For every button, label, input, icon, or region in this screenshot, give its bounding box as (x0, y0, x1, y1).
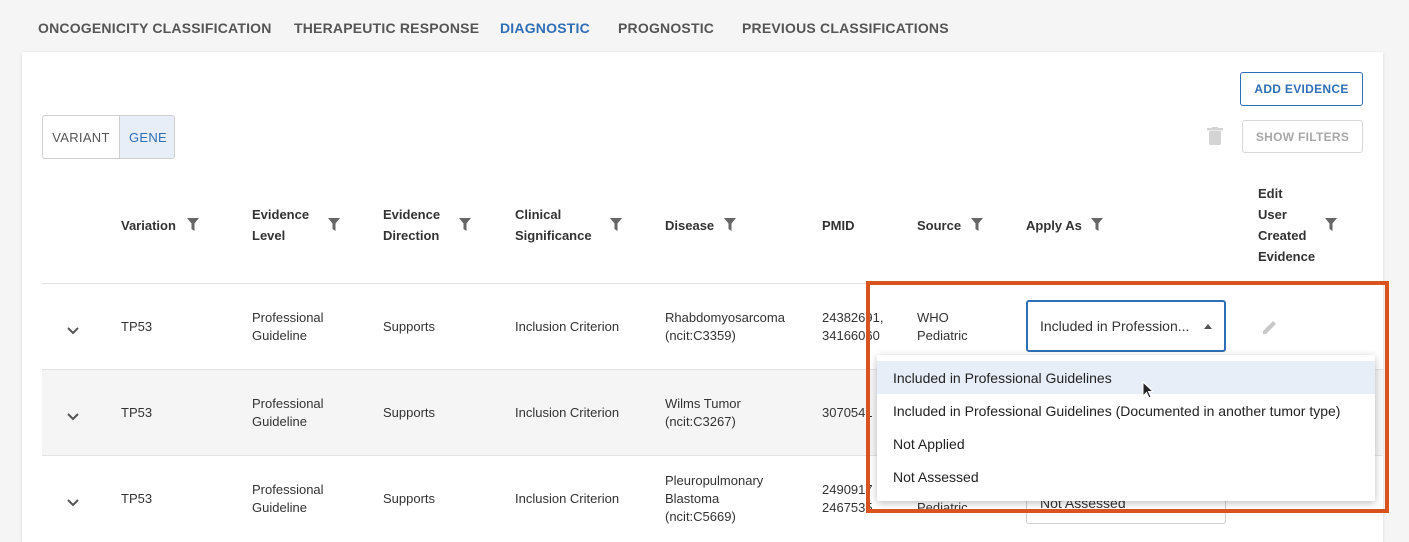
cell-evidence-level: ProfessionalGuideline (252, 395, 324, 431)
delete-icon[interactable] (1207, 127, 1223, 150)
chevron-down-icon[interactable] (67, 494, 79, 512)
tab-oncogenicity-classification[interactable]: ONCOGENICITY CLASSIFICATION (38, 20, 272, 36)
menu-item-not-applied[interactable]: Not Applied (877, 427, 1375, 460)
pencil-icon[interactable] (1262, 319, 1278, 340)
header-apply-as: Apply As (1026, 215, 1082, 236)
tab-diagnostic[interactable]: DIAGNOSTIC (500, 20, 590, 36)
cell-evidence-direction: Supports (383, 404, 435, 422)
filter-icon[interactable] (724, 218, 736, 236)
toggle-gene[interactable]: GENE (120, 116, 175, 158)
tab-therapeutic-response[interactable]: THERAPEUTIC RESPONSE (294, 20, 479, 36)
tab-prognostic[interactable]: PROGNOSTIC (618, 20, 714, 36)
cell-disease: Rhabdomyosarcoma(ncit:C3359) (665, 309, 785, 345)
apply-as-dropdown-menu: Included in Professional Guidelines Incl… (877, 355, 1375, 501)
cell-evidence-direction: Supports (383, 318, 435, 336)
cell-clinical-significance: Inclusion Criterion (515, 404, 619, 422)
cell-source: Pediatric (917, 499, 968, 517)
header-source: Source (917, 215, 961, 236)
header-divider (42, 283, 1383, 284)
add-evidence-button[interactable]: ADD EVIDENCE (1240, 72, 1363, 106)
cell-clinical-significance: Inclusion Criterion (515, 318, 619, 336)
menu-item-included-documented-another-tumor[interactable]: Included in Professional Guidelines (Doc… (877, 394, 1375, 427)
filter-icon[interactable] (328, 218, 340, 236)
header-variation: Variation (121, 215, 176, 236)
toggle-variant[interactable]: VARIANT (43, 116, 120, 158)
cell-evidence-level: ProfessionalGuideline (252, 309, 324, 345)
filter-icon[interactable] (187, 218, 199, 236)
cell-variation: TP53 (121, 404, 152, 422)
apply-as-select[interactable]: Included in Profession... (1026, 300, 1226, 352)
filter-icon[interactable] (1325, 218, 1337, 236)
variant-gene-toggle: VARIANT GENE (42, 115, 175, 159)
filter-icon[interactable] (1091, 218, 1103, 236)
cell-pmid: 24909172467535 (822, 481, 873, 517)
caret-up-icon (1204, 324, 1212, 329)
chevron-down-icon[interactable] (67, 322, 79, 340)
filter-icon[interactable] (971, 218, 983, 236)
show-filters-button[interactable]: SHOW FILTERS (1242, 120, 1363, 153)
cell-variation: TP53 (121, 490, 152, 508)
tab-bar: ONCOGENICITY CLASSIFICATION THERAPEUTIC … (0, 0, 1409, 52)
cell-variation: TP53 (121, 318, 152, 336)
header-disease: Disease (665, 215, 714, 236)
cell-pmid: 3070541 (822, 404, 873, 422)
cell-pmid: 24382691,34166060 (822, 309, 883, 345)
menu-item-included-in-professional-guidelines[interactable]: Included in Professional Guidelines (877, 361, 1375, 394)
header-evidence-level: Evidence Level (252, 204, 309, 246)
cell-source: WHOPediatric (917, 309, 968, 345)
header-evidence-direction: Evidence Direction (383, 204, 440, 246)
tab-previous-classifications[interactable]: PREVIOUS CLASSIFICATIONS (742, 20, 949, 36)
cell-evidence-level: ProfessionalGuideline (252, 481, 324, 517)
cell-disease: PleuropulmonaryBlastoma(ncit:C5669) (665, 472, 763, 526)
header-edit-user-created-evidence: Edit User Created Evidence (1258, 183, 1315, 267)
header-pmid: PMID (822, 215, 855, 236)
filter-icon[interactable] (459, 218, 471, 236)
mouse-cursor-icon (1142, 381, 1154, 404)
filter-icon[interactable] (610, 218, 622, 236)
cell-disease: Wilms Tumor(ncit:C3267) (665, 395, 741, 431)
menu-item-not-assessed[interactable]: Not Assessed (877, 460, 1375, 493)
header-clinical-significance: Clinical Significance (515, 204, 592, 246)
cell-clinical-significance: Inclusion Criterion (515, 490, 619, 508)
chevron-down-icon[interactable] (67, 408, 79, 426)
cell-evidence-direction: Supports (383, 490, 435, 508)
